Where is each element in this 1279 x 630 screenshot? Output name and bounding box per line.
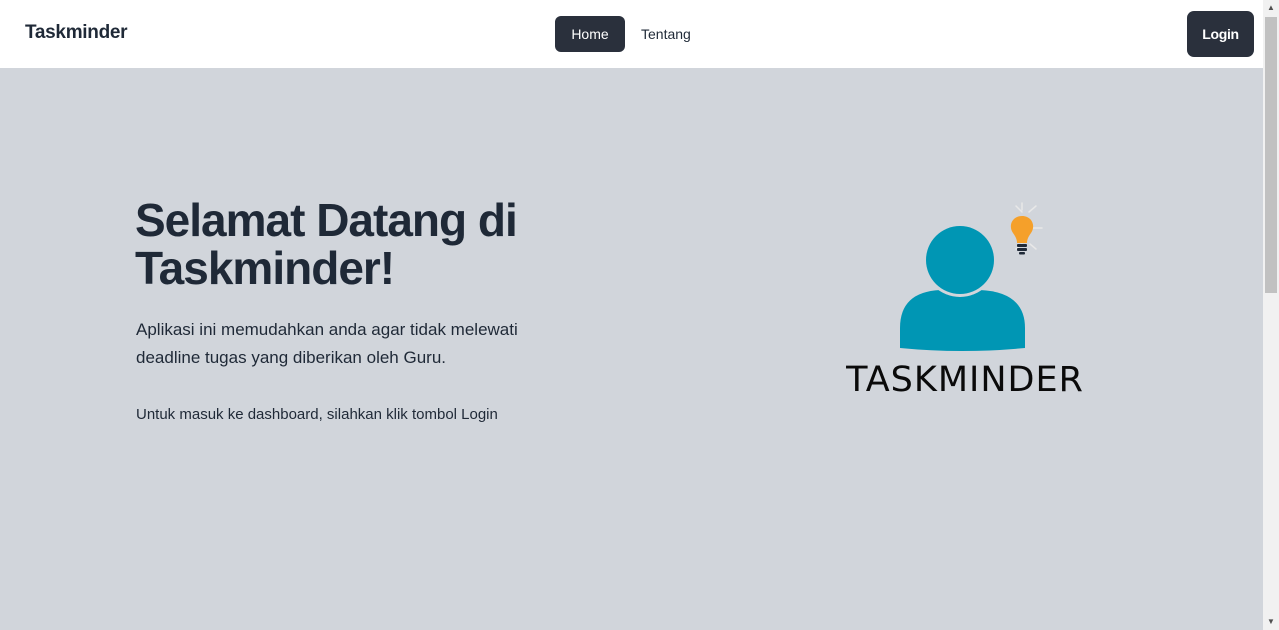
navbar: Taskminder Home Tentang Login — [0, 0, 1263, 68]
scrollbar-thumb[interactable] — [1265, 17, 1277, 293]
nav-links: Home Tentang — [555, 16, 707, 52]
brand-link[interactable]: Taskminder — [25, 22, 128, 44]
nav-link-tentang[interactable]: Tentang — [625, 16, 707, 52]
nav-link-home[interactable]: Home — [555, 16, 625, 52]
person-with-lightbulb-icon — [900, 202, 1043, 351]
hero-title: Selamat Datang di Taskminder! — [135, 194, 518, 294]
hero-description: Aplikasi ini memudahkan anda agar tidak … — [136, 320, 518, 367]
scrollbar[interactable]: ▲ ▼ — [1263, 0, 1279, 630]
logo-text: TASKMINDER — [846, 360, 1084, 400]
scroll-down-icon[interactable]: ▼ — [1263, 614, 1279, 630]
login-button[interactable]: Login — [1187, 11, 1254, 57]
taskminder-logo: TASKMINDER — [830, 200, 1100, 410]
scroll-up-icon[interactable]: ▲ — [1263, 0, 1279, 16]
hero-note: Untuk masuk ke dashboard, silahkan klik … — [136, 406, 498, 423]
